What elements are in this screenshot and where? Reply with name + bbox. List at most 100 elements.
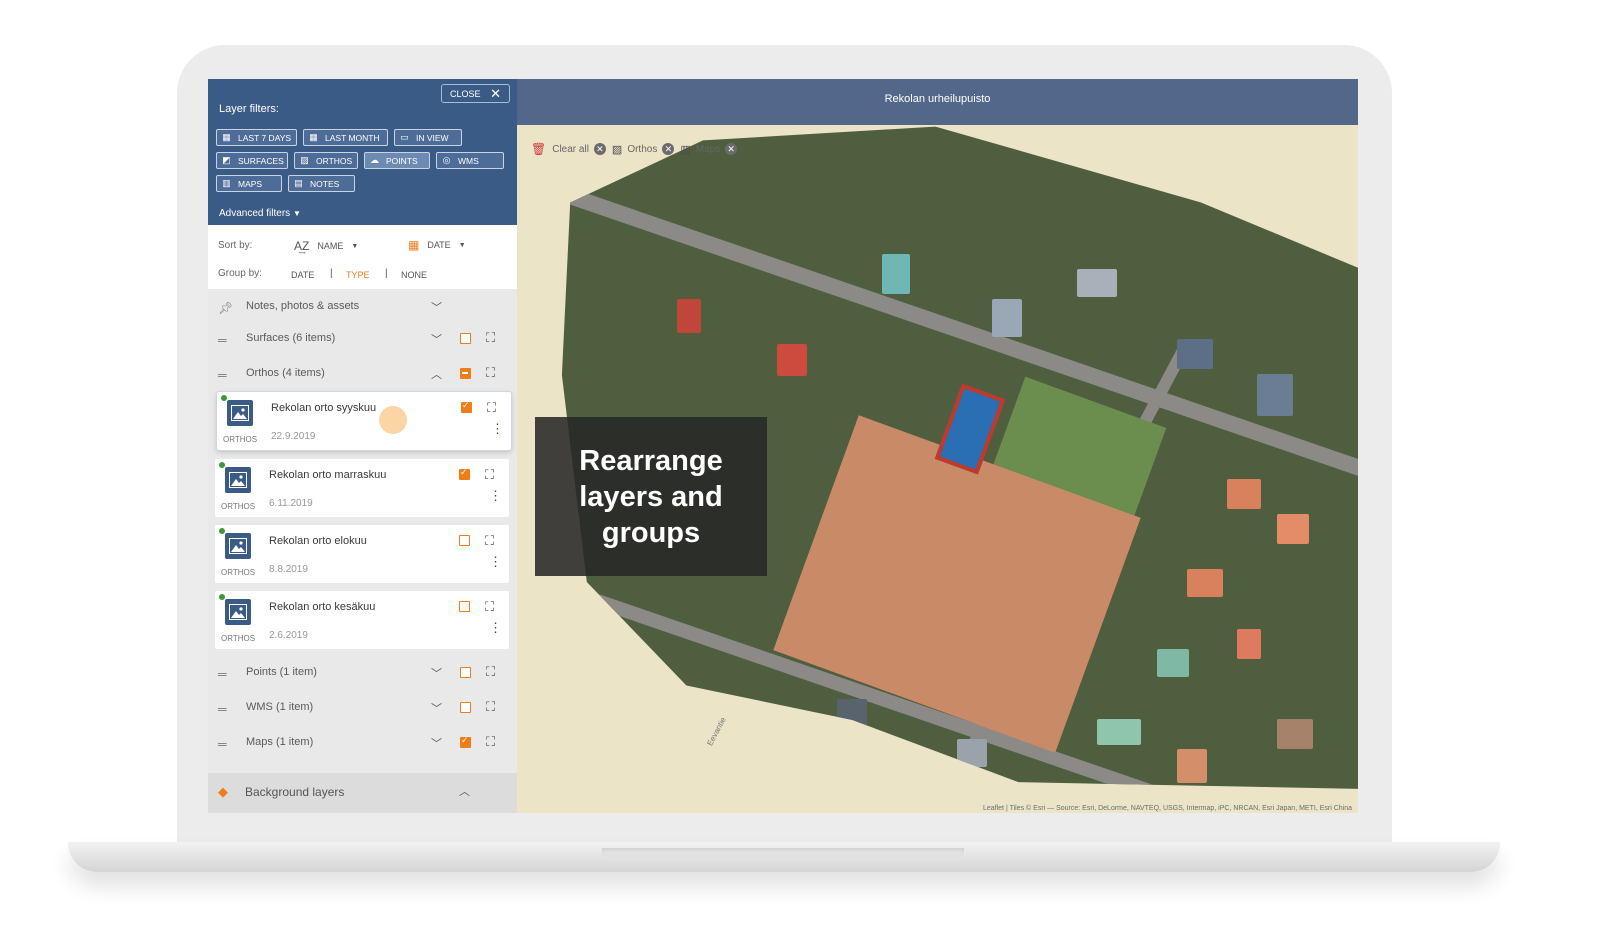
filter-chip-orthos[interactable]: ▨ ORTHOS	[294, 152, 358, 169]
group-checkbox[interactable]	[460, 368, 471, 379]
drag-handle-icon[interactable]: ═	[218, 333, 226, 347]
chevron-down-icon[interactable]: ﹀	[431, 665, 442, 681]
layer-type: ORTHOS	[223, 435, 258, 444]
group-by-type[interactable]: TYPE	[346, 270, 370, 280]
group-checkbox[interactable]	[460, 735, 471, 748]
sort-by-name-button[interactable]: A͢Z NAME ▼	[294, 239, 358, 253]
layer-checkbox[interactable]	[459, 601, 470, 612]
image-icon: ▨	[300, 155, 309, 165]
more-options-icon[interactable]: ⋮	[489, 621, 502, 633]
globe-icon: ◎	[442, 155, 451, 165]
layer-type: ORTHOS	[221, 634, 256, 643]
clear-all-button[interactable]: Clear all ✕	[552, 143, 606, 155]
active-filter-maps[interactable]: ▥ Maps ✕	[680, 143, 738, 156]
caption-line: Rearrange	[579, 445, 723, 477]
background-layers-section[interactable]: ◆ Background layers ︿	[208, 773, 517, 813]
group-label: Orthos (4 items)	[246, 367, 325, 379]
house	[957, 739, 987, 767]
group-label: Surfaces (6 items)	[246, 332, 336, 344]
more-options-icon[interactable]: ⋮	[491, 422, 504, 434]
expand-icon[interactable]: ⛶	[485, 533, 494, 549]
layer-card[interactable]: ORTHOS Rekolan orto syyskuu 22.9.2019 ⛶ …	[217, 392, 511, 450]
group-by-date[interactable]: DATE	[291, 270, 314, 280]
chevron-down-icon[interactable]: ﹀	[431, 700, 442, 716]
map-title: Rekolan urheilupuisto	[884, 93, 991, 105]
group-label: Points (1 item)	[246, 666, 317, 678]
group-orthos[interactable]: ═ Orthos (4 items) ︿ ⛶	[208, 360, 517, 388]
group-by-none[interactable]: NONE	[401, 270, 427, 280]
chip-label: ORTHOS	[316, 155, 353, 166]
close-icon: ✕	[593, 143, 606, 155]
layer-checkbox[interactable]	[459, 467, 470, 480]
group-checkbox[interactable]	[460, 667, 471, 678]
layer-filters-header: CLOSE ✕ Layer filters: ▦ LAST 7 DAYS ▦ L…	[208, 79, 517, 225]
chip-label: POINTS	[386, 155, 418, 166]
group-points[interactable]: ═ Points (1 item) ﹀ ⛶	[208, 659, 517, 687]
layer-checkbox[interactable]	[459, 535, 470, 546]
sort-by-date-button[interactable]: ▦ DATE ▼	[408, 238, 466, 252]
filter-chip-points[interactable]: ☁ POINTS	[364, 152, 430, 169]
layer-checkbox[interactable]	[461, 400, 472, 413]
expand-icon[interactable]: ⛶	[486, 664, 495, 680]
layer-date: 8.8.2019	[269, 564, 308, 575]
chevron-up-icon[interactable]: ︿	[459, 783, 470, 799]
house	[1257, 374, 1293, 416]
house	[677, 299, 701, 333]
separator: |	[330, 268, 333, 279]
filter-chip-maps[interactable]: ▥ MAPS	[216, 175, 282, 192]
group-surfaces[interactable]: ═ Surfaces (6 items) ﹀ ⛶	[208, 325, 517, 353]
layer-date: 22.9.2019	[271, 431, 316, 442]
advanced-filters-toggle[interactable]: Advanced filters ▼	[219, 208, 301, 219]
filter-chip-in-view[interactable]: ▭ IN VIEW	[394, 129, 462, 146]
drag-handle-icon[interactable]: ═	[218, 368, 226, 382]
chevron-down-icon[interactable]: ﹀	[431, 299, 442, 315]
street-label: Eevantie	[705, 715, 728, 748]
layer-type: ORTHOS	[221, 502, 256, 511]
active-filter-orthos[interactable]: ▨ Orthos ✕	[612, 143, 675, 156]
house	[992, 299, 1022, 337]
expand-icon[interactable]: ⛶	[485, 599, 494, 615]
chip-label: NOTES	[310, 178, 340, 189]
expand-icon[interactable]: ⛶	[486, 699, 495, 715]
chevron-up-icon[interactable]: ︿	[431, 366, 442, 382]
trash-icon[interactable]: 🗑︎	[531, 142, 546, 156]
group-wms[interactable]: ═ WMS (1 item) ﹀ ⛶	[208, 694, 517, 722]
group-checkbox[interactable]	[460, 333, 471, 344]
filter-chip-last-month[interactable]: ▦ LAST MONTH	[303, 129, 388, 146]
close-button[interactable]: CLOSE ✕	[441, 84, 510, 103]
layer-card[interactable]: ORTHOS Rekolan orto kesäkuu 2.6.2019 ⛶ ⋮	[215, 591, 509, 649]
expand-icon[interactable]: ⛶	[486, 330, 495, 346]
status-dot	[219, 528, 225, 534]
filter-chip-wms[interactable]: ◎ WMS	[436, 152, 504, 169]
sort-date-label: DATE	[427, 240, 451, 250]
filter-chip-surfaces[interactable]: ◩ SURFACES	[216, 152, 288, 169]
chevron-down-icon[interactable]: ﹀	[431, 735, 442, 751]
expand-icon[interactable]: ⛶	[485, 467, 494, 483]
drag-handle-icon[interactable]: ═	[218, 737, 226, 751]
group-label: Notes, photos & assets	[246, 300, 360, 312]
expand-icon[interactable]: ⛶	[486, 734, 495, 750]
group-notes-photos-assets[interactable]: 📌︎ Notes, photos & assets ﹀	[208, 293, 517, 321]
expand-icon[interactable]: ⛶	[486, 365, 495, 381]
house	[1177, 339, 1213, 369]
house	[1097, 719, 1141, 745]
more-options-icon[interactable]: ⋮	[489, 555, 502, 567]
close-label: CLOSE	[450, 88, 481, 99]
map-attribution[interactable]: Leaflet | Tiles © Esri — Source: Esri, D…	[983, 805, 1352, 812]
clear-all-label: Clear all	[552, 143, 589, 155]
drag-handle-icon[interactable]: ═	[218, 702, 226, 716]
map-view[interactable]: Rekolan urheilupuisto 🗑︎ Clear all ✕ ▨ O…	[517, 79, 1358, 813]
chevron-down-icon[interactable]: ﹀	[431, 331, 442, 347]
filter-chip-notes[interactable]: ▤ NOTES	[288, 175, 355, 192]
drag-handle-icon[interactable]: ═	[218, 667, 226, 681]
caret-down-icon: ▼	[458, 241, 466, 249]
group-checkbox[interactable]	[460, 702, 471, 713]
more-options-icon[interactable]: ⋮	[489, 489, 502, 501]
layer-card[interactable]: ORTHOS Rekolan orto marraskuu 6.11.2019 …	[215, 459, 509, 517]
active-filters-bar: 🗑︎ Clear all ✕ ▨ Orthos ✕ ▥ Maps ✕	[531, 142, 738, 156]
filter-chip-last-7-days[interactable]: ▦ LAST 7 DAYS	[216, 129, 297, 146]
layer-card[interactable]: ORTHOS Rekolan orto elokuu 8.8.2019 ⛶ ⋮	[215, 525, 509, 583]
pin-icon: 📌︎	[218, 301, 233, 315]
expand-icon[interactable]: ⛶	[487, 400, 496, 416]
group-maps[interactable]: ═ Maps (1 item) ﹀ ⛶	[208, 729, 517, 757]
